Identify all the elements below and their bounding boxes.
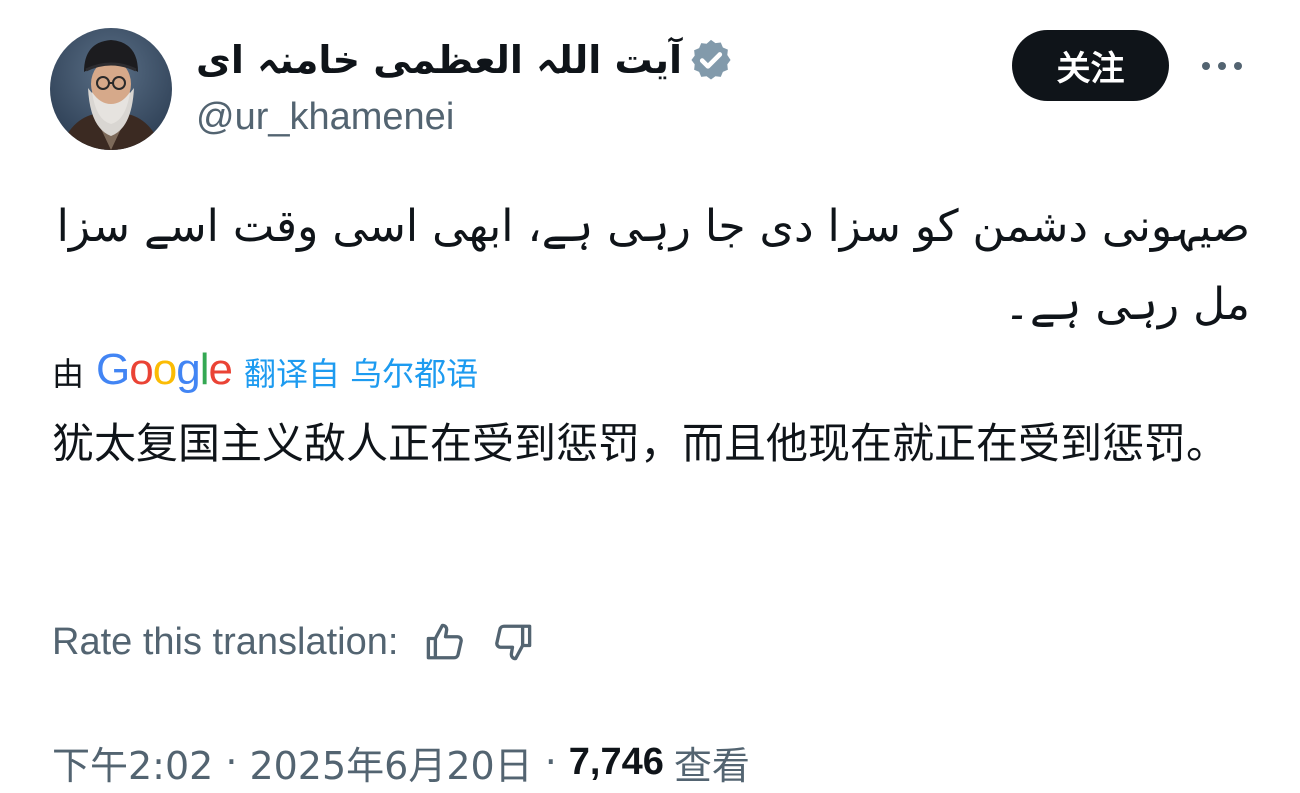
google-logo: Google <box>96 345 233 394</box>
tweet-date[interactable]: 2025年6月20日 <box>249 735 532 790</box>
rate-translation-row: Rate this translation: <box>52 614 534 670</box>
tweet-meta-row: 下午2:02 · 2025年6月20日 · 7,746 查看 <box>52 734 750 790</box>
avatar-portrait <box>60 40 162 150</box>
meta-separator: · <box>225 740 238 784</box>
rate-translation-label: Rate this translation: <box>52 620 399 663</box>
tweet-original-text: صیہونی دشمن کو سزا دی جا رہی ہے، ابھی اس… <box>56 201 1250 330</box>
translated-by-prefix: 由 <box>52 355 85 393</box>
thumbs-up-icon[interactable] <box>424 621 466 663</box>
view-count: 7,746 <box>568 740 664 783</box>
tweet-translated-text: 犹太复国主义敌人正在受到惩罚，而且他现在就正在受到惩罚。 <box>52 419 1229 468</box>
author-name-row: آیت اللہ العظمی خامنہ ای <box>196 30 734 90</box>
translation-attribution: 由 Google 翻译自 乌尔都语 <box>52 345 478 398</box>
display-name[interactable]: آیت اللہ العظمی خامنہ ای <box>196 38 682 82</box>
meta-separator: · <box>544 740 557 784</box>
follow-button[interactable]: 关注 <box>1012 30 1169 101</box>
tweet-time[interactable]: 下午2:02 <box>52 735 213 790</box>
avatar[interactable] <box>50 28 172 150</box>
author-handle[interactable]: @ur_khamenei <box>196 96 454 139</box>
thumbs-down-icon[interactable] <box>492 621 534 663</box>
views-label: 查看 <box>673 743 750 788</box>
verified-badge-icon <box>691 39 731 80</box>
translated-from-link[interactable]: 翻译自 乌尔都语 <box>244 349 478 395</box>
more-options-icon[interactable] <box>1196 44 1248 88</box>
